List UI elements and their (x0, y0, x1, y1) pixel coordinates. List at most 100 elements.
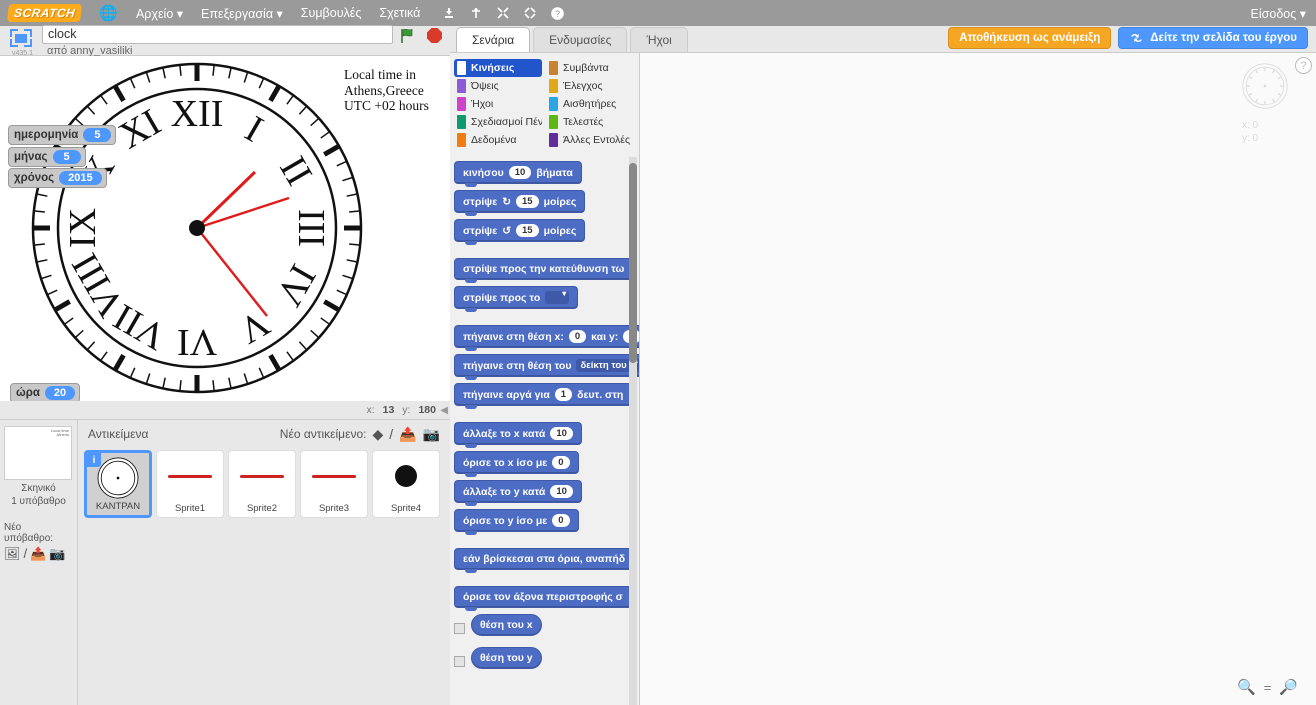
help-icon[interactable]: ? (1295, 57, 1312, 74)
block-number-input[interactable]: 0 (552, 456, 570, 469)
project-title-input[interactable] (42, 24, 393, 44)
reporter-checkbox[interactable] (454, 655, 465, 667)
category-swatch (457, 97, 466, 111)
palette-block-glide[interactable]: πήγαινε αργά για 1 δευτ. στη (454, 383, 633, 409)
watcher-ora[interactable]: ώρα 20 (10, 383, 81, 401)
palette-block-turn-right[interactable]: στρίψε ↻ 15 μοίρες (454, 190, 586, 216)
sprite-card-Sprite3[interactable]: Sprite3 (300, 450, 368, 518)
stage-name: Σκηνικό (21, 483, 56, 494)
picture-icon[interactable]: 🖼 (4, 547, 21, 560)
block-gap (454, 315, 639, 325)
coord-x-label: x: (366, 404, 375, 416)
save-as-remix-button[interactable]: Αποθήκευση ως ανάμειξη (948, 27, 1112, 49)
watcher-label: ώρα (16, 387, 40, 399)
category-1[interactable]: Συμβάντα (546, 59, 634, 77)
watcher-chronos[interactable]: χρόνος 2015 (8, 168, 107, 188)
stop-button[interactable] (427, 28, 442, 43)
zoom-out-icon[interactable]: 🔍 (1237, 680, 1256, 695)
palette-blocks-scroll[interactable]: κινήσου 10 βήματα στρίψε ↻ 15 μοίρες στρίψε ↺ 15 μ… (450, 157, 639, 705)
sprite-card-Sprite4[interactable]: Sprite4 (372, 450, 440, 518)
palette-reporter-list: θέση του x θέση του y (454, 614, 639, 675)
view-project-page-button[interactable]: Δείτε την σελίδα του έργου (1118, 27, 1308, 49)
menu-item-3[interactable]: Σχετικά (379, 6, 420, 21)
block-number-input[interactable]: 10 (550, 427, 573, 440)
block-number-input[interactable]: 0 (568, 330, 587, 343)
palette-scrollbar[interactable] (629, 163, 637, 363)
palette-block-rotation-style[interactable]: όρισε τον άξονα περιστροφής σ (454, 586, 632, 611)
watcher-value: 5 (83, 128, 112, 142)
palette-block-move[interactable]: κινήσου 10 βήματα (454, 161, 582, 187)
palette-block-point-towards[interactable]: στρίψε προς το (454, 286, 579, 312)
watcher-imerominia[interactable]: ημερομηνία 5 (8, 125, 117, 145)
stage-thumbnail[interactable]: Local time Athens (4, 426, 72, 480)
category-5[interactable]: Αισθητήρες (546, 95, 634, 113)
green-flag-button[interactable] (399, 27, 417, 45)
palette-block-goto-sprite[interactable]: πήγαινε στη θέση του δείκτη του (454, 354, 639, 380)
watcher-value: 2015 (59, 171, 102, 185)
grow-icon[interactable] (496, 6, 510, 20)
palette-block-turn-left[interactable]: στρίψε ↺ 15 μοίρες (454, 219, 586, 245)
tab-2[interactable]: Ήχοι (630, 27, 688, 52)
menu-item-0[interactable]: Αρχείο ▾ (136, 6, 183, 21)
block-number-input[interactable]: 10 (550, 485, 573, 498)
upload-icon[interactable]: 📤 (399, 427, 416, 441)
sprite-card-Sprite2[interactable]: Sprite2 (228, 450, 296, 518)
palette-block-change-y[interactable]: άλλαξε το y κατά 10 (454, 480, 582, 506)
paint-icon[interactable]: / (389, 427, 393, 441)
palette-block-goto-xy[interactable]: πήγαινε στη θέση x:0και y:0 (454, 325, 639, 351)
globe-icon[interactable]: 🌐 (99, 6, 118, 21)
watcher-minas[interactable]: μήνας 5 (8, 147, 86, 167)
palette-block-bounce[interactable]: εάν βρίσκεσαι στα όρια, αναπήδ (454, 548, 635, 573)
category-4[interactable]: Ήχοι (454, 95, 542, 113)
block-number-input[interactable]: 15 (516, 195, 539, 208)
reporter-block-1[interactable]: θέση του y (471, 647, 542, 669)
category-2[interactable]: Όψεις (454, 77, 542, 95)
block-number-input[interactable]: 1 (554, 388, 573, 401)
stage-canvas[interactable]: XIIIIIIIIIVVVIVIIVIIIIXXXI Local time in… (0, 56, 450, 401)
surprise-icon[interactable]: ◆ (372, 427, 383, 441)
category-6[interactable]: Σχεδιασμοί Πένας (454, 113, 542, 131)
cut-icon[interactable] (469, 6, 483, 20)
palette-block-set-y[interactable]: όρισε το y ίσο με 0 (454, 509, 579, 535)
category-8[interactable]: Δεδομένα (454, 131, 542, 149)
editor-action-buttons: Αποθήκευση ως ανάμειξη Δείτε την σελίδα … (948, 27, 1316, 52)
category-swatch (457, 133, 466, 147)
tab-1[interactable]: Ενδυμασίες (533, 27, 628, 52)
help-icon[interactable]: ? (550, 6, 565, 21)
watcher-label: μήνας (14, 151, 48, 163)
block-number-input[interactable]: 15 (516, 224, 539, 237)
top-menu-bar: SCRATCH 🌐 Αρχείο ▾ Επεξεργασία ▾ Συμβουλές… (0, 0, 1316, 26)
stamp-icon[interactable] (442, 6, 456, 20)
block-dropdown[interactable] (545, 289, 570, 304)
block-number-input[interactable]: 10 (508, 166, 532, 179)
camera-icon[interactable]: 📷 (423, 427, 440, 441)
zoom-reset-icon[interactable]: = (1264, 681, 1272, 694)
login-menu[interactable]: Είσοδος ▾ (1251, 6, 1306, 21)
category-9[interactable]: Άλλες Εντολές (546, 131, 634, 149)
camera-icon[interactable]: 📷 (49, 547, 65, 560)
script-canvas[interactable]: ? x: 0 y: 0 Όταν στο (640, 53, 1316, 705)
shrink-icon[interactable] (523, 6, 537, 20)
small-stage-toggle-button[interactable]: v435.1 (8, 28, 36, 57)
sprite-thumbnail (311, 455, 357, 497)
sprite-info-badge[interactable]: i (87, 453, 101, 467)
sprite-card-Sprite1[interactable]: Sprite1 (156, 450, 224, 518)
category-3[interactable]: Έλεγχος (546, 77, 634, 95)
palette-block-set-x[interactable]: όρισε το x ίσο με 0 (454, 451, 579, 477)
zoom-in-icon[interactable]: 🔎 (1279, 680, 1298, 695)
reporter-block-0[interactable]: θέση του x (471, 614, 542, 636)
collapse-arrow-icon[interactable]: ◀ (440, 405, 448, 416)
palette-block-change-x[interactable]: άλλαξε το x κατά 10 (454, 422, 582, 448)
tab-0[interactable]: Σενάρια (456, 27, 531, 52)
category-0[interactable]: Κινήσεις (454, 59, 542, 77)
paint-icon[interactable]: / (24, 547, 28, 560)
upload-icon[interactable]: 📤 (30, 547, 46, 560)
category-7[interactable]: Τελεστές (546, 113, 634, 131)
reporter-checkbox[interactable] (454, 622, 465, 634)
menu-item-2[interactable]: Συμβουλές (301, 6, 362, 21)
block-number-input[interactable]: 0 (552, 514, 570, 527)
palette-block-point-direction[interactable]: στρίψε προς την κατεύθυνση τω (454, 258, 634, 283)
sprite-card-ΚΑΝΤΡΑΝ[interactable]: i ΚΑΝΤΡΑΝ (84, 450, 152, 518)
scratch-logo[interactable]: SCRATCH (7, 4, 83, 22)
menu-item-1[interactable]: Επεξεργασία ▾ (201, 6, 283, 21)
